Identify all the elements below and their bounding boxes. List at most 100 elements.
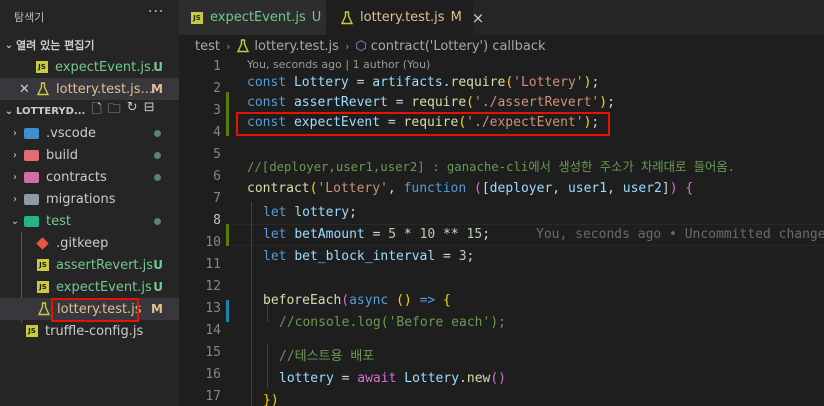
tree-file-assertrevert[interactable]: JS assertRevert.js U (0, 254, 179, 276)
open-editor-item-active[interactable]: ✕ lottery.test.js... M (0, 78, 179, 100)
status-dot (154, 129, 161, 137)
test-folder-icon (24, 215, 39, 227)
tree-item-label: truffle-config.js (45, 323, 144, 339)
vscode-window: 탐색기 ··· ⌄ 열려 있는 편집기 JS expectEvent.js...… (0, 0, 824, 406)
project-header[interactable]: ⌄ LOTTERYD... 🗋 🗀 ↻ ⊟ (0, 100, 179, 122)
indent-guide (267, 344, 268, 388)
breadcrumb-file[interactable]: lottery.test.js (254, 39, 339, 54)
line-number: 5 (213, 147, 221, 162)
code-line: lottery = await Lottery.new() (279, 371, 507, 386)
line-number: 15 (205, 345, 221, 360)
breadcrumb: test › lottery.test.js › ⬡ contract('Lot… (179, 35, 824, 57)
tree-file-expectevent[interactable]: JS expectEvent.js U (0, 276, 179, 298)
git-status-badge: U (153, 280, 163, 294)
status-dot (154, 151, 161, 159)
line-number: 4 (213, 125, 221, 140)
open-editors-label: 열려 있는 편집기 (16, 39, 95, 52)
indent-guide (251, 202, 252, 406)
close-icon[interactable]: × (472, 9, 485, 27)
code-comment: //console.log('Before each'); (279, 315, 506, 330)
tree-folder-vscode[interactable]: › .vscode (0, 122, 179, 144)
inline-blame: You, seconds ago • Uncommitted changes (536, 227, 824, 242)
tree-file-truffle-config[interactable]: JS truffle-config.js (0, 320, 179, 342)
code-line: }) (263, 393, 279, 406)
code-line: const Lottery = artifacts.require('Lotte… (247, 75, 600, 90)
folder-icon (24, 193, 39, 205)
tree-item-label: assertRevert.js (56, 257, 154, 273)
vscode-folder-icon (24, 127, 39, 139)
line-number: 11 (205, 257, 221, 272)
js-file-icon: JS (191, 11, 203, 24)
refresh-icon[interactable]: ↻ (127, 100, 138, 122)
gutter-added-marker (226, 224, 229, 246)
line-number: 17 (205, 389, 221, 404)
git-icon (36, 236, 49, 250)
line-number: 12 (205, 279, 221, 294)
tree-file-gitkeep[interactable]: .gitkeep (0, 232, 179, 254)
gutter-added-marker (226, 92, 229, 114)
code-line: contract('Lottery', function ([deployer,… (247, 181, 694, 196)
new-folder-icon[interactable]: 🗀 (108, 100, 121, 122)
open-editor-item[interactable]: JS expectEvent.js... U (0, 56, 179, 78)
chevron-down-icon: ⌄ (4, 105, 14, 117)
code-comment: //[deployer,user1,user2] : ganache-cli에서… (247, 160, 736, 174)
tree-folder-test[interactable]: ⌄ test (0, 210, 179, 232)
tree-file-lottery-test[interactable]: lottery.test.js M (0, 298, 179, 320)
git-status-badge: U (153, 60, 163, 74)
tab-label: expectEvent.js (210, 10, 306, 25)
code-editor[interactable]: You, seconds ago | 1 author (You) 1 2 3 … (179, 57, 824, 406)
collapse-all-icon[interactable]: ⊟ (144, 100, 155, 122)
js-file-icon: JS (37, 281, 49, 293)
close-icon[interactable]: ✕ (19, 82, 36, 97)
js-file-icon: JS (26, 325, 38, 337)
line-number: 14 (205, 323, 221, 338)
tree-folder-migrations[interactable]: › migrations (0, 188, 179, 210)
flask-test-icon (36, 82, 50, 96)
tab-lottery-test[interactable]: lottery.test.js M × (326, 0, 484, 35)
tree-item-label: migrations (46, 191, 116, 207)
open-editor-label: expectEvent.js... (55, 59, 164, 75)
tree-item-label: lottery.test.js (57, 301, 142, 317)
build-folder-icon (24, 149, 39, 161)
tab-label: lottery.test.js (360, 10, 445, 25)
open-editor-label: lottery.test.js... (56, 81, 153, 97)
tab-expectevent[interactable]: JS expectEvent.js U (179, 0, 326, 35)
status-dot (154, 173, 161, 181)
git-status-badge: M (151, 302, 163, 316)
tree-folder-contracts[interactable]: › contracts (0, 166, 179, 188)
ellipsis-icon[interactable]: ··· (148, 4, 164, 20)
chevron-right-icon: › (13, 127, 17, 139)
codelens-blame[interactable]: You, seconds ago | 1 author (You) (247, 58, 430, 71)
tree-item-label: test (46, 213, 71, 229)
flask-test-icon (236, 39, 250, 53)
line-number: 10 (205, 235, 221, 250)
line-number: 16 (205, 367, 221, 382)
line-number: 6 (213, 169, 221, 184)
tree-folder-build[interactable]: › build (0, 144, 179, 166)
code-line: let betAmount = 5 * 10 ** 15; (263, 227, 491, 242)
new-file-icon[interactable]: 🗋 (91, 100, 101, 122)
code-comment: //테스트용 배포 (279, 349, 375, 364)
code-line: const assertRevert = require('./assertRe… (247, 95, 615, 110)
tree-item-label: .vscode (46, 125, 96, 141)
line-number: 8 (213, 213, 221, 228)
breadcrumb-symbol[interactable]: contract('Lottery') callback (371, 39, 546, 54)
code-line: beforeEach(async () => { (263, 293, 451, 308)
chevron-down-icon: ⌄ (10, 215, 20, 227)
open-editors-header[interactable]: ⌄ 열려 있는 편집기 (0, 34, 179, 56)
chevron-right-icon: › (13, 171, 17, 183)
line-number: 2 (213, 81, 221, 96)
breadcrumb-folder[interactable]: test (195, 39, 220, 54)
code-line: let bet_block_interval = 3; (263, 249, 475, 264)
chevron-right-icon: › (344, 39, 350, 53)
explorer-title: 탐색기 (14, 11, 45, 24)
chevron-right-icon: › (13, 149, 17, 161)
project-label: LOTTERYD... (16, 105, 86, 117)
flask-test-icon (37, 302, 51, 316)
git-status-badge: U (311, 10, 322, 25)
tree-item-label: .gitkeep (56, 235, 109, 251)
tree-item-label: build (46, 147, 78, 163)
git-status-badge: M (450, 10, 462, 25)
code-line: const expectEvent = require('./expectEve… (247, 115, 600, 130)
chevron-down-icon: ⌄ (4, 39, 14, 51)
